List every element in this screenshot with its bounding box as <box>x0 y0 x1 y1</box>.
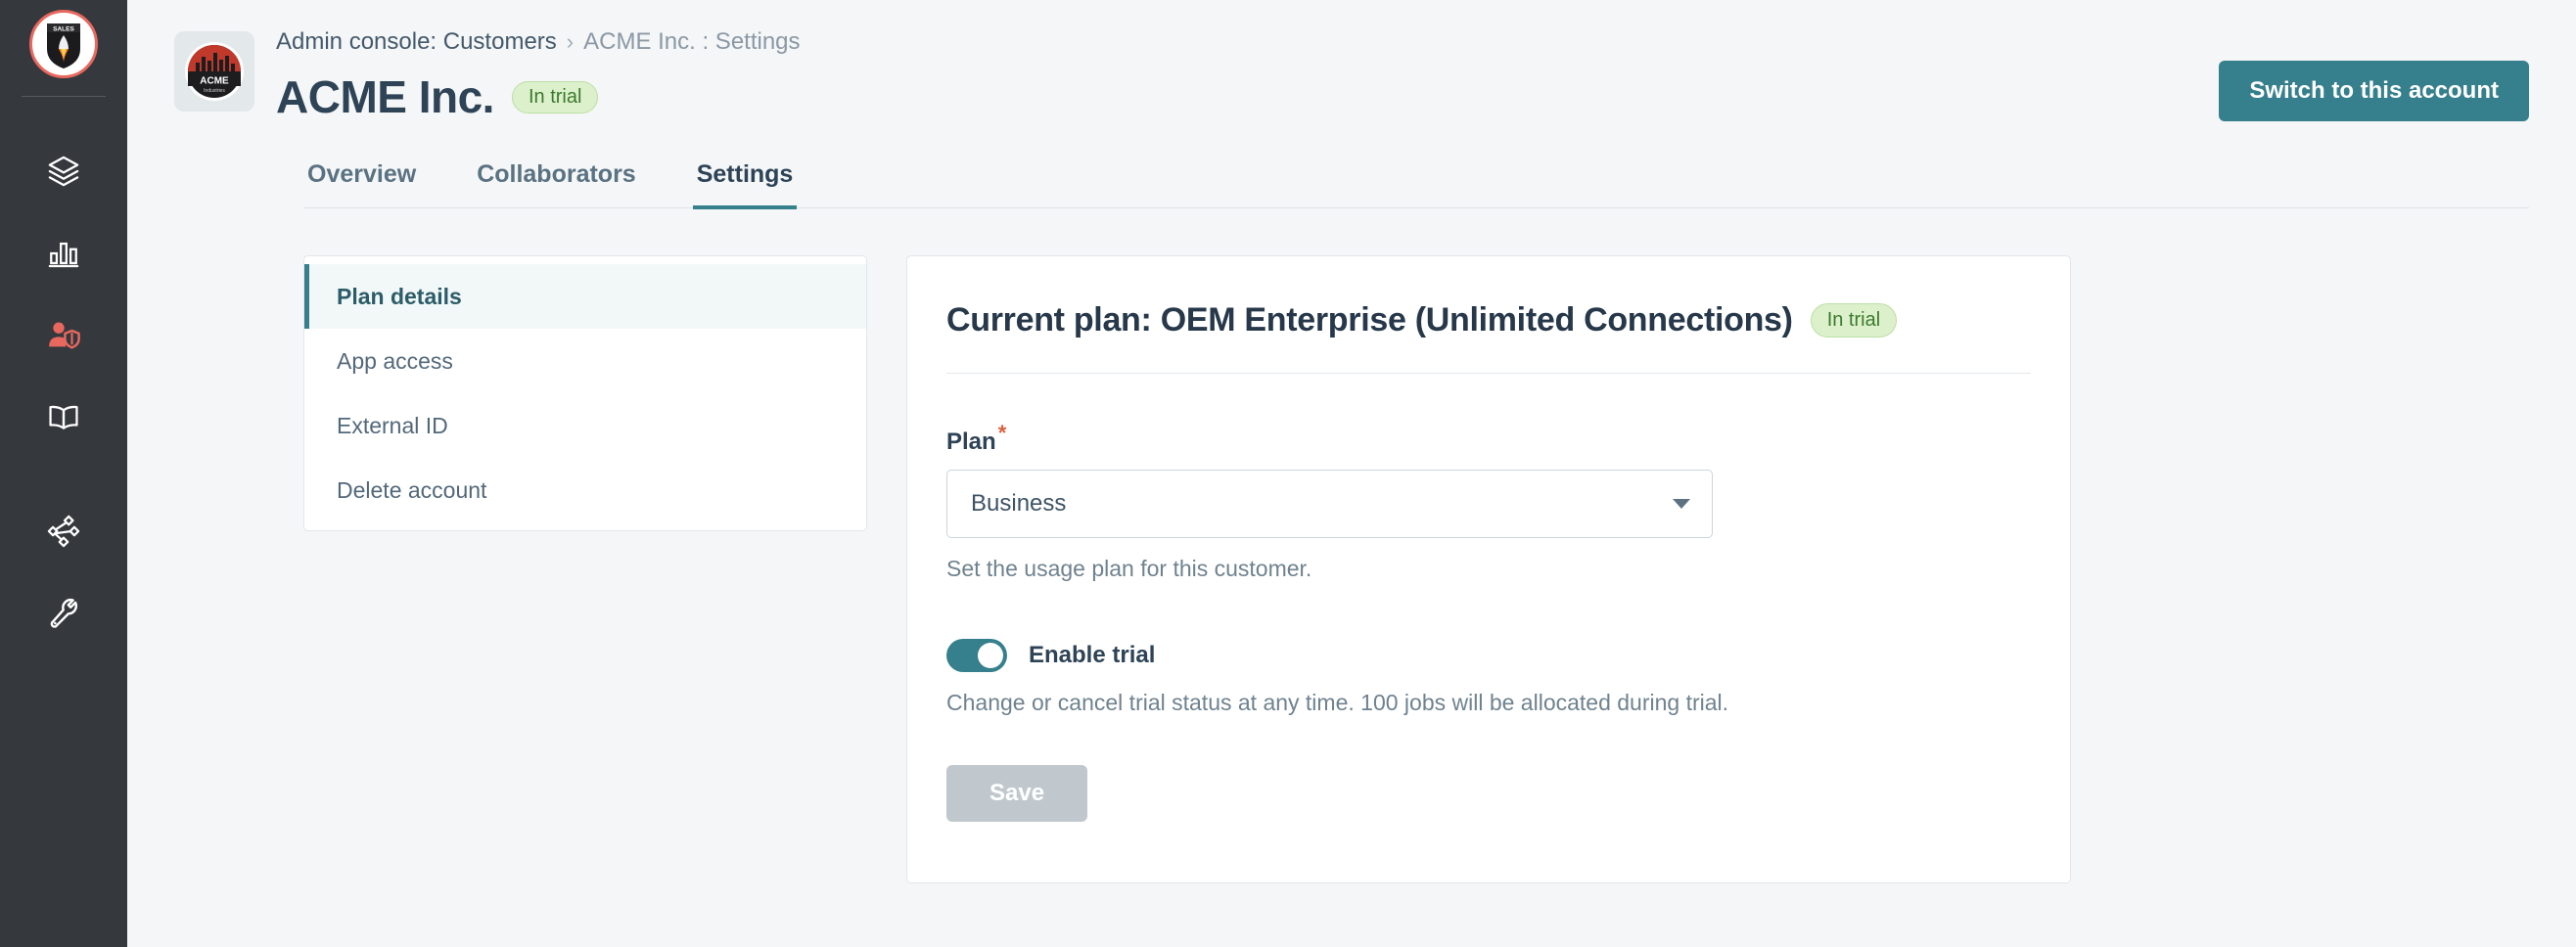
sidebar-item-plan-details[interactable]: Plan details <box>304 264 866 329</box>
breadcrumb-current: ACME Inc. : Settings <box>583 27 800 57</box>
sidebar-item-integrations[interactable] <box>0 490 127 572</box>
plan-field-label: Plan* <box>946 421 2031 456</box>
plan-label-text: Plan <box>946 428 996 455</box>
save-button[interactable]: Save <box>946 765 1087 822</box>
current-plan-title: Current plan: OEM Enterprise (Unlimited … <box>946 301 1793 339</box>
plan-help-text: Set the usage plan for this customer. <box>946 556 2031 582</box>
wrench-icon <box>47 597 80 630</box>
sidebar-item-delete-account[interactable]: Delete account <box>304 458 866 522</box>
tab-collaborators[interactable]: Collaborators <box>473 160 640 209</box>
toggle-knob <box>978 643 1003 668</box>
enable-trial-row: Enable trial <box>946 639 2031 672</box>
svg-text:SALES: SALES <box>53 26 74 33</box>
plan-select[interactable]: Business <box>946 470 1713 538</box>
sidebar-item-tools[interactable] <box>0 572 127 654</box>
page-title: ACME Inc. <box>276 70 494 123</box>
sales-rocket-logo[interactable]: SALES <box>29 10 98 78</box>
required-marker: * <box>998 421 1007 445</box>
plan-select-value: Business <box>971 490 1066 518</box>
sidebar-item-external-id[interactable]: External ID <box>304 393 866 458</box>
sidebar-item-analytics[interactable] <box>0 212 127 294</box>
plan-details-panel: Current plan: OEM Enterprise (Unlimited … <box>906 255 2071 883</box>
sidebar-item-layers[interactable] <box>0 130 127 212</box>
header-text-block: Admin console: Customers › ACME Inc. : S… <box>276 22 801 123</box>
user-shield-icon <box>47 319 80 352</box>
chevron-down-icon <box>1673 499 1690 509</box>
status-badge: In trial <box>512 81 598 113</box>
settings-content: Plan details App access External ID Dele… <box>127 208 2576 883</box>
share-nodes-icon <box>47 515 80 548</box>
panel-status-badge: In trial <box>1811 303 1897 338</box>
account-tabs: Overview Collaborators Settings <box>303 160 2529 208</box>
app-root: SALES <box>0 0 2576 947</box>
layers-icon <box>47 155 80 188</box>
main-region: ACME Industries Admin console: Customers… <box>127 0 2576 947</box>
book-icon <box>47 401 80 434</box>
acme-badge-logo: ACME Industries <box>174 31 254 112</box>
enable-trial-toggle[interactable] <box>946 639 1007 672</box>
left-nav-rail: SALES <box>0 0 127 947</box>
tab-overview[interactable]: Overview <box>303 160 420 209</box>
rail-divider <box>22 96 106 97</box>
enable-trial-label: Enable trial <box>1029 642 1155 669</box>
settings-nav: Plan details App access External ID Dele… <box>303 255 867 531</box>
sidebar-item-admin-console[interactable] <box>0 294 127 377</box>
breadcrumb-root[interactable]: Admin console: Customers <box>276 27 557 57</box>
tab-settings[interactable]: Settings <box>693 160 798 209</box>
sidebar-item-docs[interactable] <box>0 377 127 459</box>
panel-header: Current plan: OEM Enterprise (Unlimited … <box>907 301 2070 339</box>
chevron-right-icon: › <box>567 27 574 57</box>
breadcrumb: Admin console: Customers › ACME Inc. : S… <box>276 27 801 57</box>
bar-chart-icon <box>47 237 80 270</box>
switch-to-account-button[interactable]: Switch to this account <box>2219 61 2529 121</box>
account-header: ACME Industries Admin console: Customers… <box>127 0 2576 123</box>
svg-text:Industries: Industries <box>204 88 225 94</box>
sidebar-item-app-access[interactable]: App access <box>304 329 866 393</box>
svg-text:ACME: ACME <box>200 76 229 87</box>
plan-form: Plan* Business Set the usage plan for th… <box>907 374 2070 822</box>
trial-help-text: Change or cancel trial status at any tim… <box>946 690 2031 716</box>
title-row: ACME Inc. In trial <box>276 70 801 123</box>
